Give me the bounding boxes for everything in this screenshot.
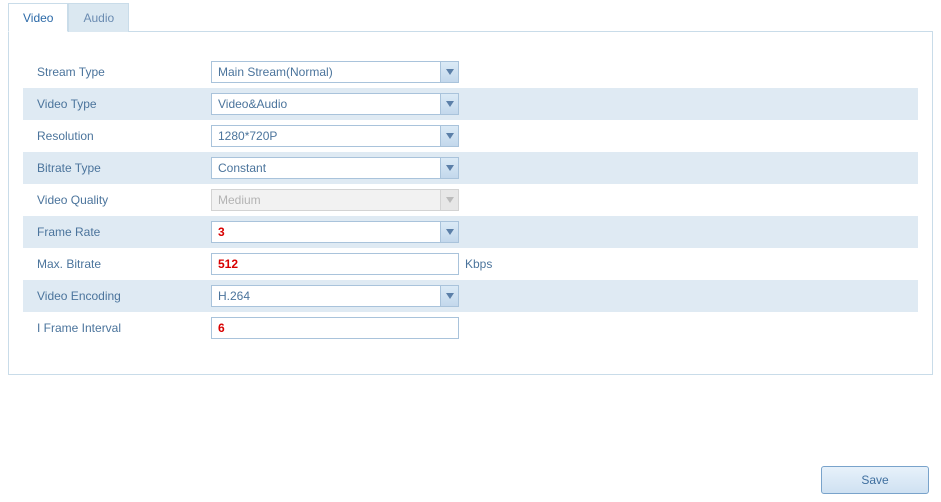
chevron-down-icon xyxy=(440,94,458,114)
label-video-encoding: Video Encoding xyxy=(31,289,211,303)
chevron-down-icon xyxy=(440,190,458,210)
label-resolution: Resolution xyxy=(31,129,211,143)
select-video-type[interactable]: Video&Audio xyxy=(211,93,459,115)
label-i-frame-interval: I Frame Interval xyxy=(31,321,211,335)
select-frame-rate[interactable]: 3 xyxy=(211,221,459,243)
label-video-type: Video Type xyxy=(31,97,211,111)
input-i-frame-interval[interactable] xyxy=(211,317,459,339)
select-resolution-value: 1280*720P xyxy=(212,129,440,143)
select-stream-type[interactable]: Main Stream(Normal) xyxy=(211,61,459,83)
label-frame-rate: Frame Rate xyxy=(31,225,211,239)
tab-strip: Video Audio xyxy=(8,2,933,32)
save-button[interactable]: Save xyxy=(821,466,929,494)
chevron-down-icon xyxy=(440,222,458,242)
select-stream-type-value: Main Stream(Normal) xyxy=(212,65,440,79)
label-video-quality: Video Quality xyxy=(31,193,211,207)
select-frame-rate-value: 3 xyxy=(212,225,440,239)
chevron-down-icon xyxy=(440,62,458,82)
select-video-quality: Medium xyxy=(211,189,459,211)
select-bitrate-type[interactable]: Constant xyxy=(211,157,459,179)
chevron-down-icon xyxy=(440,126,458,146)
select-resolution[interactable]: 1280*720P xyxy=(211,125,459,147)
label-stream-type: Stream Type xyxy=(31,65,211,79)
tab-audio[interactable]: Audio xyxy=(68,3,129,32)
input-max-bitrate[interactable] xyxy=(211,253,459,275)
unit-max-bitrate: Kbps xyxy=(465,257,492,271)
select-video-type-value: Video&Audio xyxy=(212,97,440,111)
label-max-bitrate: Max. Bitrate xyxy=(31,257,211,271)
select-video-encoding-value: H.264 xyxy=(212,289,440,303)
select-video-encoding[interactable]: H.264 xyxy=(211,285,459,307)
video-settings-panel: Stream Type Main Stream(Normal) Video Ty… xyxy=(8,32,933,375)
chevron-down-icon xyxy=(440,286,458,306)
chevron-down-icon xyxy=(440,158,458,178)
select-bitrate-type-value: Constant xyxy=(212,161,440,175)
label-bitrate-type: Bitrate Type xyxy=(31,161,211,175)
select-video-quality-value: Medium xyxy=(212,193,440,207)
tab-video[interactable]: Video xyxy=(8,3,68,32)
